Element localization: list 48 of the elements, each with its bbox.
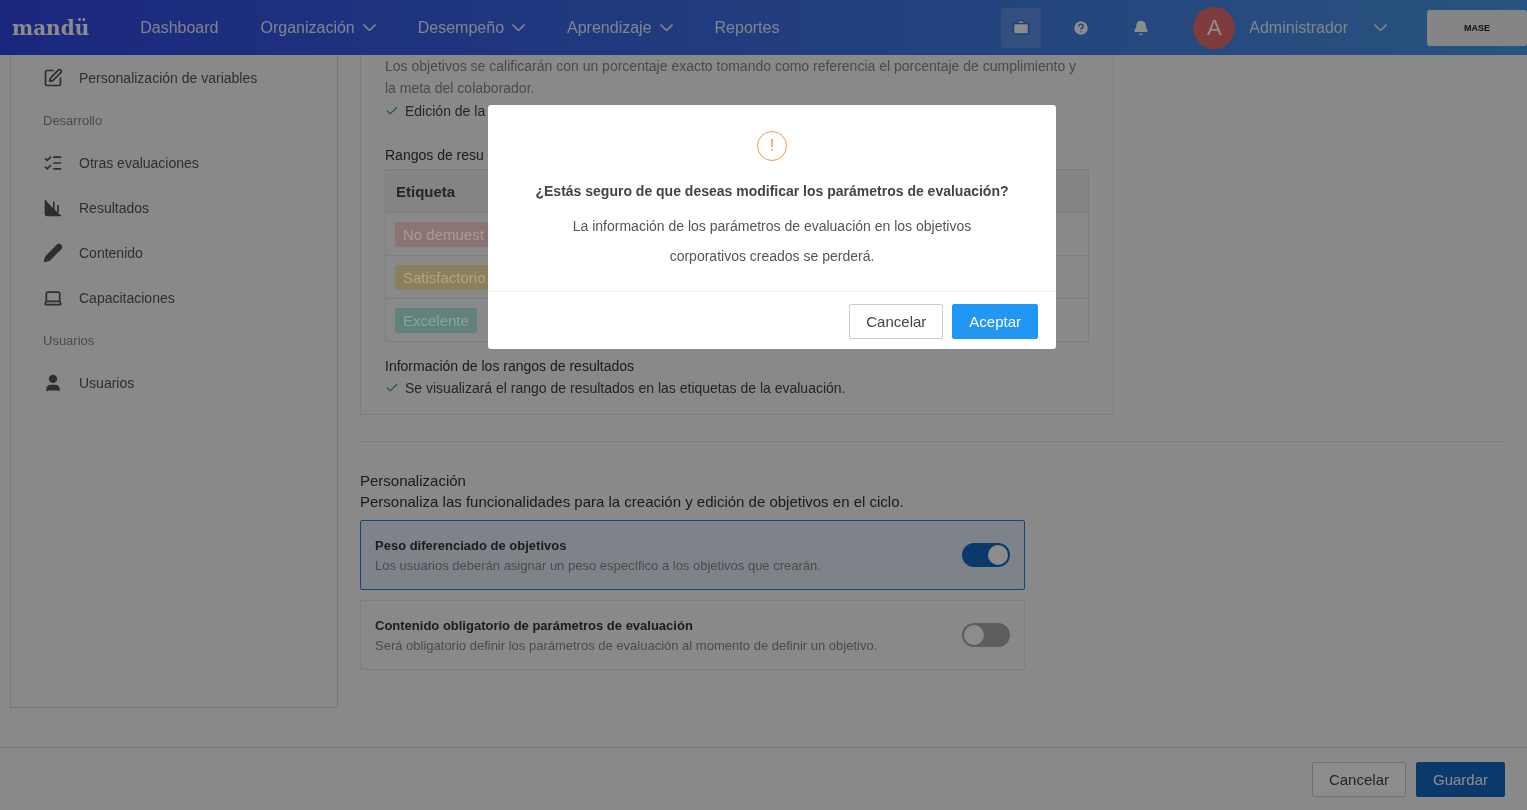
check-label: Edición de la — [405, 103, 486, 119]
sidebar-section: Usuarios — [43, 320, 337, 360]
briefcase-icon — [1012, 18, 1031, 37]
chevron-icon — [659, 24, 673, 31]
description: Los objetivos se calificarán con un porcentaje exacto tomando como referencia el porcentaje de cumplimiento y la meta del colaborador. — [385, 57, 1078, 98]
check-icon — [385, 104, 399, 118]
section-title: Personalización — [360, 472, 467, 489]
user-menu[interactable]: Administrador — [1249, 18, 1387, 37]
section-title: Información de los rangos de resultados — [385, 358, 636, 374]
logo[interactable]: mandü — [12, 15, 90, 40]
section-title: Rangos de resu — [385, 147, 485, 163]
save-button[interactable]: Guardar — [1415, 761, 1505, 797]
option-description: Los usuarios deberán asignar un peso específico a los objetivos que crearán. — [375, 557, 822, 573]
chevron-icon — [512, 24, 526, 31]
chevron-icon — [1374, 24, 1387, 31]
nav-item[interactable]: Organización — [239, 18, 397, 37]
user-icon — [43, 372, 63, 393]
option-title: Contenido obligatorio de parámetros de evaluación — [375, 617, 694, 633]
company-logo: MASE — [1427, 9, 1527, 46]
dialog-message: La información de los parámetros de evaluación en los objetivos corporativos creados se perderá. — [571, 217, 973, 266]
sidebar-item[interactable]: Resultados — [43, 185, 337, 230]
chevron-icon — [362, 24, 376, 31]
bell-icon — [1133, 19, 1150, 36]
toggle-switch[interactable] — [962, 623, 1010, 647]
sidebar-section: Desarrollo — [43, 100, 337, 140]
avatar[interactable]: A — [1193, 6, 1236, 49]
nav-item[interactable]: Aprendizaje — [546, 18, 694, 37]
nav-item[interactable]: Desempeño — [396, 18, 547, 37]
option-title: Peso diferenciado de objetivos — [375, 537, 568, 553]
check-icon — [385, 381, 399, 395]
pencil-icon — [43, 242, 63, 263]
option-description: Será obligatorio definir los parámetros de evaluación al momento de definir un objetivo. — [375, 637, 879, 653]
sidebar-item[interactable]: Otras evaluaciones — [43, 140, 337, 185]
help-icon — [1072, 18, 1091, 37]
check-label: Se visualizará el rango de resultados en las etiquetas de la evaluación. — [405, 380, 846, 396]
cancel-button[interactable]: Cancelar — [1311, 761, 1406, 797]
cancel-button[interactable]: Cancelar — [849, 304, 944, 339]
nav-item[interactable]: Reportes — [693, 18, 801, 37]
edit-icon — [43, 67, 63, 88]
sidebar-item[interactable]: Contenido — [43, 230, 337, 275]
sidebar-item[interactable]: Usuarios — [43, 360, 337, 405]
nav-item[interactable]: Dashboard — [119, 18, 240, 37]
sidebar-item[interactable]: Capacitaciones — [43, 275, 337, 320]
toggle-switch[interactable] — [962, 543, 1010, 567]
section-description: Personaliza las funcionalidades para la creación y edición de objetivos en el ciclo. — [360, 493, 905, 510]
dialog-title: ¿Estás seguro de que deseas modificar los parámetros de evaluación? — [535, 183, 1009, 199]
accept-button[interactable]: Aceptar — [952, 304, 1038, 339]
sidebar-item[interactable]: Personalización de variables — [43, 55, 337, 100]
